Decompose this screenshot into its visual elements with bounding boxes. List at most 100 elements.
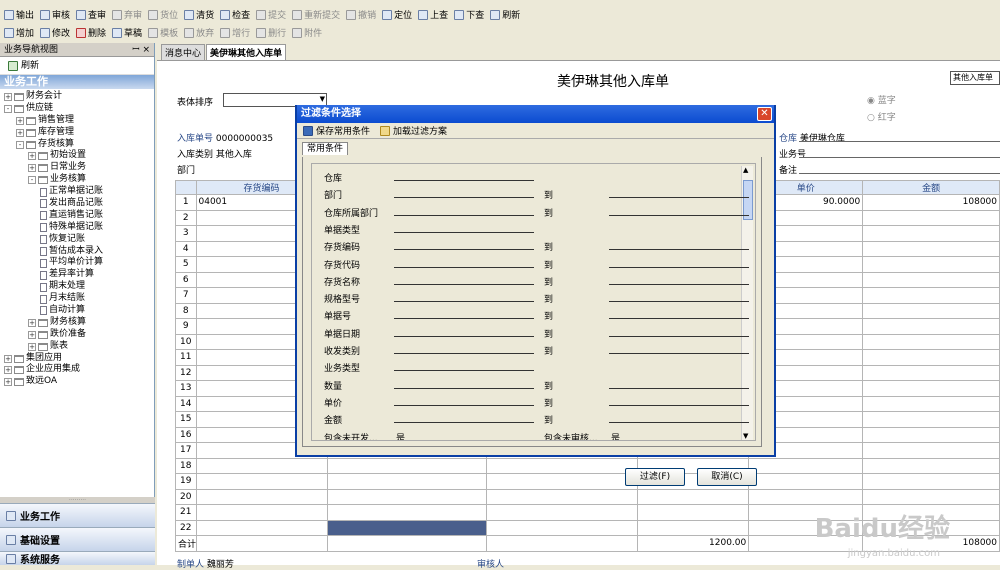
grid-cell[interactable]	[862, 395, 1000, 412]
grid-cell[interactable]	[862, 457, 1000, 474]
nav-tree-item[interactable]: + 财务会计	[0, 91, 154, 103]
toolbar-button[interactable]: 弃审	[112, 8, 142, 21]
nav-tree-item[interactable]: - 存货核算	[0, 139, 154, 151]
grid-cell[interactable]	[195, 473, 328, 490]
grid-cell[interactable]	[486, 488, 638, 505]
toolbar-button[interactable]: 检查	[220, 8, 250, 21]
grid-cell[interactable]	[862, 473, 1000, 490]
nav-tree-item[interactable]: + 集团应用	[0, 353, 154, 365]
filter-from-input[interactable]	[394, 422, 534, 424]
nav-tree-item[interactable]: + 企业应用集成	[0, 364, 154, 376]
blue-radio[interactable]: ◉ 蓝字	[867, 93, 896, 106]
grid-cell[interactable]	[326, 504, 488, 521]
grid-cell[interactable]	[326, 519, 488, 536]
grid-cell[interactable]	[636, 488, 750, 505]
nav-tree-item[interactable]: 期末处理	[0, 281, 154, 293]
filter-from-input[interactable]	[394, 214, 534, 216]
table-row[interactable]: 19	[175, 473, 1000, 490]
nav-tree-item[interactable]: + 日常业务	[0, 162, 154, 174]
expand-toggle-icon[interactable]: +	[4, 92, 12, 101]
filter-from-input[interactable]	[394, 266, 534, 268]
grid-cell[interactable]	[862, 442, 1000, 459]
nav-tree-item[interactable]: + 库存管理	[0, 127, 154, 139]
grid-cell[interactable]	[486, 519, 638, 536]
toolbar-button[interactable]: 删行	[256, 26, 286, 39]
filter-ok-button[interactable]: 过滤(F)	[625, 468, 685, 486]
expand-toggle-icon[interactable]: +	[28, 164, 36, 173]
toolbar-button[interactable]: 修改	[40, 26, 70, 39]
filter-from-input[interactable]	[394, 370, 534, 372]
grid-cell[interactable]	[326, 488, 488, 505]
nav-tree-item[interactable]: 平均单价计算	[0, 257, 154, 269]
grid-cell[interactable]	[862, 271, 1000, 288]
expand-toggle-icon[interactable]: +	[16, 116, 24, 125]
save-condition-button[interactable]: 保存常用条件	[303, 124, 370, 137]
grid-cell[interactable]	[636, 519, 750, 536]
expand-toggle-icon[interactable]: +	[28, 318, 36, 327]
grid-cell[interactable]	[862, 333, 1000, 350]
nav-tree-item[interactable]: 恢复记账	[0, 234, 154, 246]
grid-cell[interactable]	[862, 380, 1000, 397]
filter-to-input[interactable]	[609, 197, 749, 199]
filter-from-input[interactable]	[394, 301, 534, 303]
nav-tree-item[interactable]: + 销售管理	[0, 115, 154, 127]
filter-from-input[interactable]	[394, 318, 534, 320]
toolbar-button[interactable]: 增行	[220, 26, 250, 39]
nav-btn-business[interactable]: 业务工作	[0, 503, 155, 527]
nav-refresh[interactable]: 刷新	[0, 57, 154, 75]
filter-to-input[interactable]	[609, 301, 749, 303]
nav-tree-item[interactable]: 正常单据记账	[0, 186, 154, 198]
tab-message-center[interactable]: 消息中心	[161, 44, 206, 60]
filter-to-input[interactable]	[609, 214, 749, 216]
nav-tree-item[interactable]: - 业务核算	[0, 174, 154, 186]
expand-toggle-icon[interactable]: +	[28, 330, 36, 339]
grid-cell[interactable]	[748, 473, 864, 490]
expand-toggle-icon[interactable]: +	[28, 342, 36, 351]
toolbar-button[interactable]: 放弃	[184, 26, 214, 39]
business-no-field[interactable]	[799, 157, 1000, 158]
toolbar-button[interactable]: 查审	[76, 8, 106, 21]
filter-to-input[interactable]	[609, 266, 749, 268]
toolbar-button[interactable]: 模板	[148, 26, 178, 39]
toolbar-button[interactable]: 提交	[256, 8, 286, 21]
toolbar-button[interactable]: 定位	[382, 8, 412, 21]
toolbar-button[interactable]: 附件	[292, 26, 322, 39]
toolbar-button[interactable]: 下查	[454, 8, 484, 21]
nav-tree-item[interactable]: 自动计算	[0, 305, 154, 317]
grid-cell[interactable]	[195, 488, 328, 505]
template-combo[interactable]: 其他入库单	[950, 71, 1000, 85]
filter-from-input[interactable]	[394, 249, 534, 251]
filter-to-input[interactable]	[609, 387, 749, 389]
expand-toggle-icon[interactable]: -	[28, 176, 36, 185]
expand-toggle-icon[interactable]: +	[16, 128, 24, 137]
expand-toggle-icon[interactable]: +	[28, 152, 36, 161]
nav-tree-item[interactable]: + 跌价准备	[0, 329, 154, 341]
grid-cell[interactable]	[195, 504, 328, 521]
filter-to-input[interactable]	[609, 283, 749, 285]
expand-toggle-icon[interactable]: +	[4, 366, 12, 375]
table-row[interactable]: 20	[175, 488, 1000, 505]
toolbar-button[interactable]: 撤销	[346, 8, 376, 21]
grid-cell[interactable]	[862, 256, 1000, 273]
toolbar-button[interactable]: 删除	[76, 26, 106, 39]
grid-cell[interactable]	[862, 364, 1000, 381]
filter-from-input[interactable]	[394, 231, 534, 233]
expand-toggle-icon[interactable]: -	[16, 140, 24, 149]
nav-tree-item[interactable]: 发出商品记账	[0, 198, 154, 210]
toolbar-button[interactable]: 清货	[184, 8, 214, 21]
nav-tree-item[interactable]: + 初始设置	[0, 150, 154, 162]
filter-from-input[interactable]	[394, 197, 534, 199]
grid-cell[interactable]: 108000	[862, 194, 1000, 211]
grid-cell[interactable]	[862, 488, 1000, 505]
expand-toggle-icon[interactable]: +	[4, 354, 12, 363]
toolbar-button[interactable]: 刷新	[490, 8, 520, 21]
toolbar-button[interactable]: 输出	[4, 8, 34, 21]
filter-to-input[interactable]	[609, 335, 749, 337]
nav-tree-item[interactable]: 暂估成本录入	[0, 246, 154, 258]
grid-cell[interactable]	[862, 318, 1000, 335]
grid-cell[interactable]	[748, 457, 864, 474]
grid-cell[interactable]	[862, 287, 1000, 304]
grid-cell[interactable]	[862, 302, 1000, 319]
grid-cell[interactable]	[862, 411, 1000, 428]
toolbar-button[interactable]: 增加	[4, 26, 34, 39]
